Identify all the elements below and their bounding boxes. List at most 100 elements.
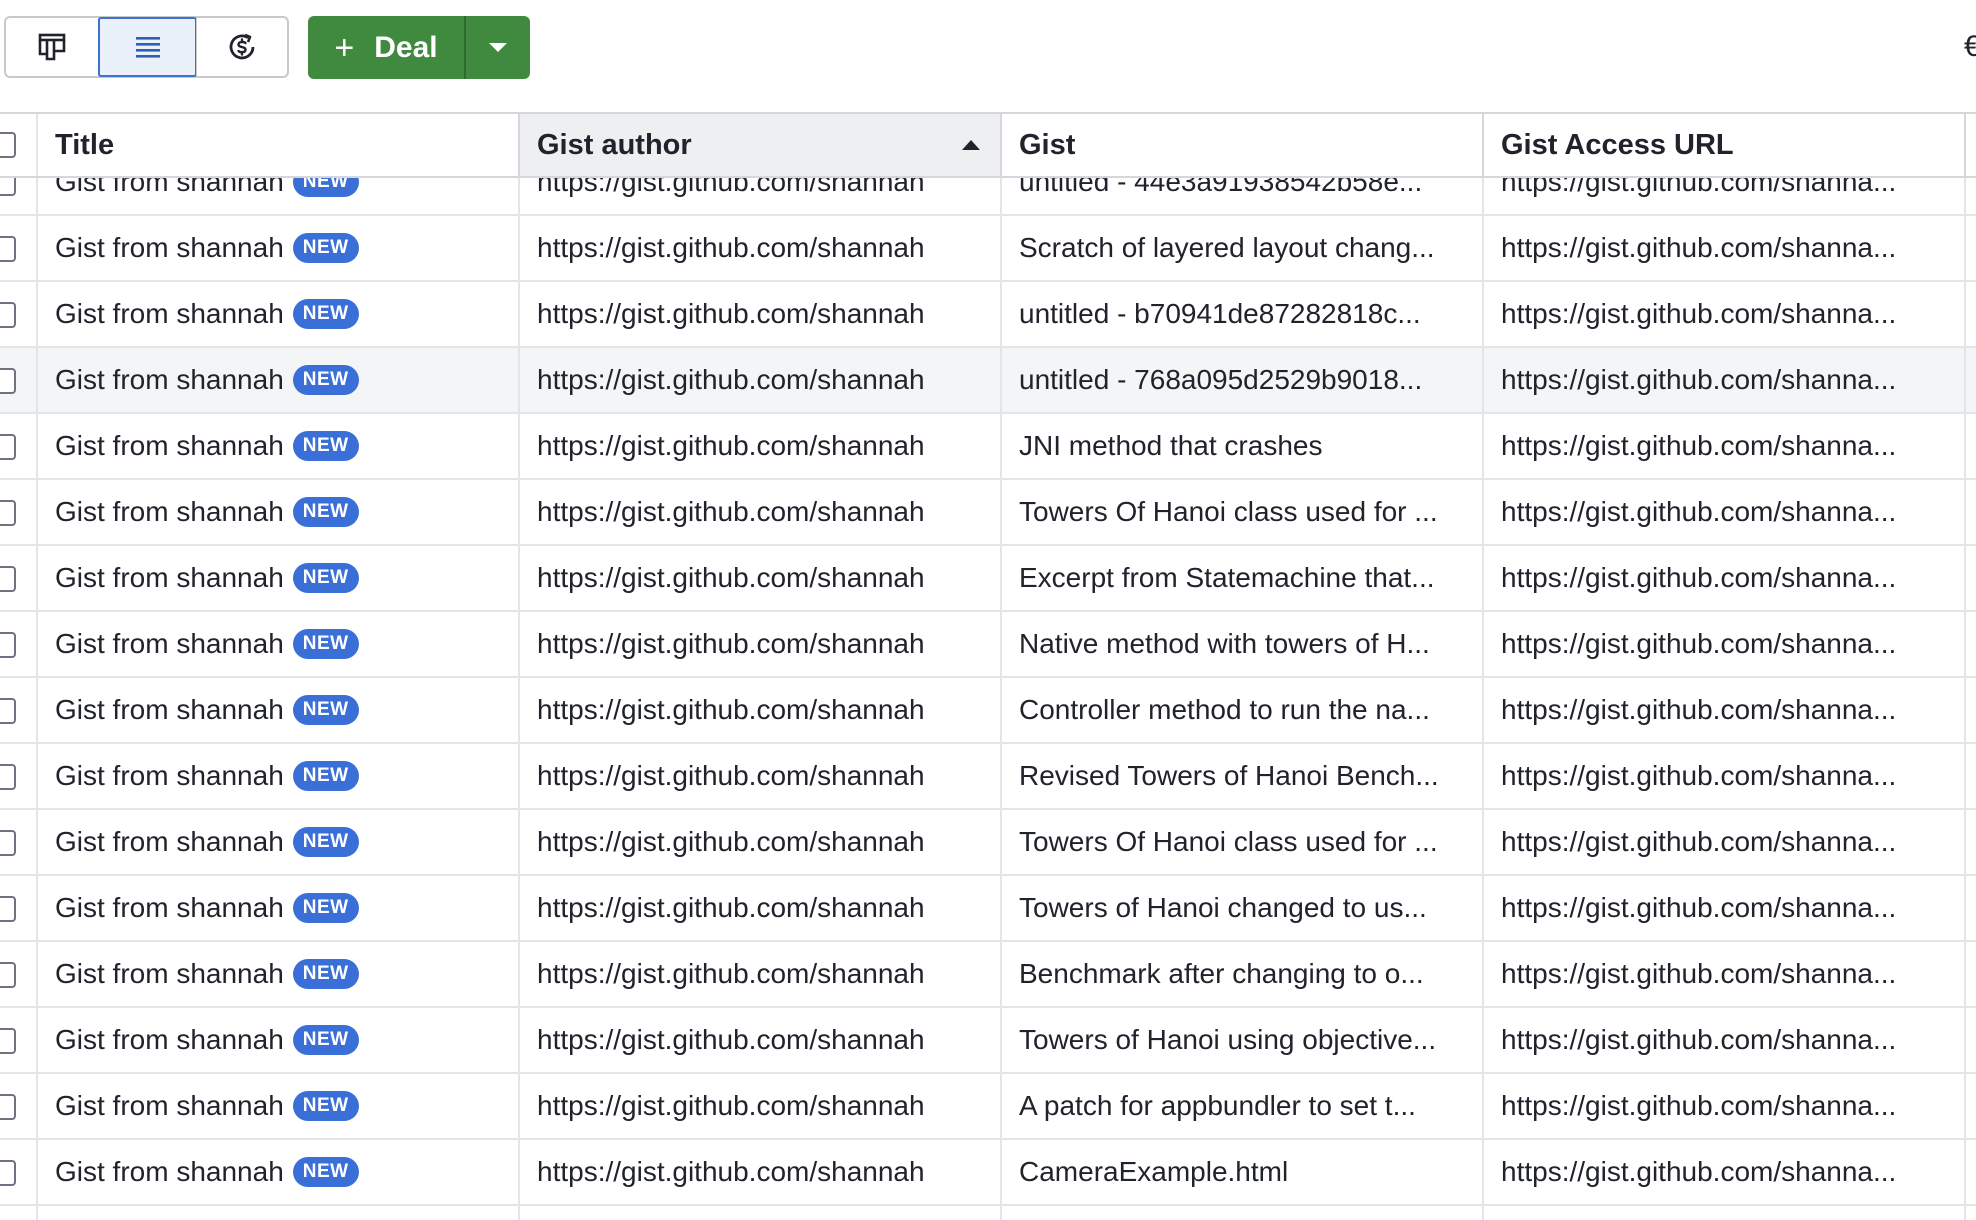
table-row[interactable] <box>0 1206 1976 1220</box>
title-cell[interactable]: Gist from shannah NEW <box>38 216 520 280</box>
deal-title-link[interactable]: Gist from shannah <box>55 496 284 528</box>
gist-url-cell[interactable]: https://gist.github.com/shanna... <box>1484 348 1966 412</box>
title-cell[interactable]: Gist from shannah NEW <box>38 744 520 808</box>
title-cell[interactable]: Gist from shannah NEW <box>38 942 520 1006</box>
gist-cell[interactable]: Native method with towers of H... <box>1002 612 1484 676</box>
gist-cell[interactable]: Towers Of Hanoi class used for ... <box>1002 480 1484 544</box>
gist-cell[interactable]: CameraExample.html <box>1002 1140 1484 1204</box>
title-cell[interactable]: Gist from shannah NEW <box>38 178 520 214</box>
gist-url-cell[interactable]: https://gist.github.com/shanna... <box>1484 282 1966 346</box>
deal-title-link[interactable]: Gist from shannah <box>55 1024 284 1056</box>
row-checkbox[interactable] <box>0 896 16 922</box>
title-cell[interactable]: Gist from shannah NEW <box>38 876 520 940</box>
title-cell[interactable]: Gist from shannah NEW <box>38 678 520 742</box>
deal-title-link[interactable]: Gist from shannah <box>55 430 284 462</box>
column-header-gist[interactable]: Gist <box>1002 114 1484 176</box>
gist-url-cell[interactable]: https://gist.github.com/shanna... <box>1484 216 1966 280</box>
gist-cell[interactable]: A patch for appbundler to set t... <box>1002 1074 1484 1138</box>
title-cell[interactable]: Gist from shannah NEW <box>38 546 520 610</box>
title-cell[interactable]: Gist from shannah NEW <box>38 612 520 676</box>
gist-author-cell[interactable]: https://gist.github.com/shannah <box>520 678 1002 742</box>
deal-title-link[interactable]: Gist from shannah <box>55 562 284 594</box>
table-row[interactable]: Gist from shannah NEW https://gist.github.… <box>0 810 1976 876</box>
table-row[interactable]: Gist from shannah NEW https://gist.github.… <box>0 480 1976 546</box>
gist-cell[interactable]: Excerpt from Statemachine that... <box>1002 546 1484 610</box>
deal-title-link[interactable]: Gist from shannah <box>55 364 284 396</box>
row-checkbox[interactable] <box>0 698 16 724</box>
select-all-checkbox[interactable] <box>0 132 16 158</box>
gist-cell[interactable] <box>1002 1206 1484 1220</box>
gist-url-cell[interactable]: https://gist.github.com/shanna... <box>1484 612 1966 676</box>
gist-url-cell[interactable] <box>1484 1206 1966 1220</box>
gist-url-cell[interactable]: https://gist.github.com/shanna... <box>1484 810 1966 874</box>
gist-url-cell[interactable]: https://gist.github.com/shanna... <box>1484 1074 1966 1138</box>
table-row[interactable]: Gist from shannah NEW https://gist.github.… <box>0 216 1976 282</box>
title-cell[interactable]: Gist from shannah NEW <box>38 480 520 544</box>
title-cell[interactable]: Gist from shannah NEW <box>38 810 520 874</box>
deal-title-link[interactable]: Gist from shannah <box>55 1090 284 1122</box>
gist-author-cell[interactable]: https://gist.github.com/shannah <box>520 1008 1002 1072</box>
gist-url-cell[interactable]: https://gist.github.com/shanna... <box>1484 942 1966 1006</box>
table-row[interactable]: Gist from shannah NEW https://gist.github.… <box>0 1074 1976 1140</box>
gist-url-cell[interactable]: https://gist.github.com/shanna... <box>1484 678 1966 742</box>
gist-cell[interactable]: Towers Of Hanoi class used for ... <box>1002 810 1484 874</box>
table-row[interactable]: Gist from shannah NEW https://gist.github.… <box>0 744 1976 810</box>
sort-ascending-icon[interactable] <box>962 140 980 150</box>
title-cell[interactable]: Gist from shannah NEW <box>38 1140 520 1204</box>
row-checkbox[interactable] <box>0 236 16 262</box>
gist-cell[interactable]: untitled - 768a095d2529b9018... <box>1002 348 1484 412</box>
currency-selector[interactable]: € <box>1964 30 1976 64</box>
gist-url-cell[interactable]: https://gist.github.com/shanna... <box>1484 480 1966 544</box>
add-deal-button[interactable]: + Deal <box>308 16 464 79</box>
gist-author-cell[interactable]: https://gist.github.com/shannah <box>520 1140 1002 1204</box>
deal-title-link[interactable]: Gist from shannah <box>55 892 284 924</box>
gist-author-cell[interactable]: https://gist.github.com/shannah <box>520 1074 1002 1138</box>
row-checkbox[interactable] <box>0 178 16 196</box>
gist-cell[interactable]: Benchmark after changing to o... <box>1002 942 1484 1006</box>
table-row[interactable]: Gist from shannah NEW https://gist.github.… <box>0 414 1976 480</box>
gist-author-cell[interactable]: https://gist.github.com/shannah <box>520 546 1002 610</box>
gist-cell[interactable]: Revised Towers of Hanoi Bench... <box>1002 744 1484 808</box>
gist-author-cell[interactable]: https://gist.github.com/shannah <box>520 810 1002 874</box>
deal-title-link[interactable]: Gist from shannah <box>55 826 284 858</box>
deal-title-link[interactable]: Gist from shannah <box>55 1156 284 1188</box>
row-checkbox[interactable] <box>0 632 16 658</box>
gist-author-cell[interactable]: https://gist.github.com/shannah <box>520 942 1002 1006</box>
gist-cell[interactable]: untitled - 44e3a91938542b58e... <box>1002 178 1484 214</box>
list-view-button[interactable] <box>98 17 197 77</box>
row-checkbox[interactable] <box>0 1094 16 1120</box>
title-cell[interactable]: Gist from shannah NEW <box>38 1008 520 1072</box>
gist-author-cell[interactable]: https://gist.github.com/shannah <box>520 744 1002 808</box>
table-row[interactable]: Gist from shannah NEW https://gist.github.… <box>0 1008 1976 1074</box>
row-checkbox[interactable] <box>0 368 16 394</box>
gist-author-cell[interactable]: https://gist.github.com/shannah <box>520 178 1002 214</box>
gist-author-cell[interactable]: https://gist.github.com/shannah <box>520 216 1002 280</box>
gist-author-cell[interactable]: https://gist.github.com/shannah <box>520 480 1002 544</box>
gist-url-cell[interactable]: https://gist.github.com/shanna... <box>1484 414 1966 478</box>
gist-url-cell[interactable]: https://gist.github.com/shanna... <box>1484 744 1966 808</box>
gist-cell[interactable]: Controller method to run the na... <box>1002 678 1484 742</box>
gist-cell[interactable]: Towers of Hanoi changed to us... <box>1002 876 1484 940</box>
table-row[interactable]: Gist from shannah NEW https://gist.github.… <box>0 678 1976 744</box>
gist-author-cell[interactable] <box>520 1206 1002 1220</box>
deal-title-link[interactable]: Gist from shannah <box>55 760 284 792</box>
deal-title-link[interactable]: Gist from shannah <box>55 958 284 990</box>
row-checkbox[interactable] <box>0 962 16 988</box>
gist-cell[interactable]: untitled - b70941de87282818c... <box>1002 282 1484 346</box>
deal-title-link[interactable]: Gist from shannah <box>55 178 284 198</box>
column-header-gist-access-url[interactable]: Gist Access URL <box>1484 114 1966 176</box>
title-cell[interactable]: Gist from shannah NEW <box>38 282 520 346</box>
gist-author-cell[interactable]: https://gist.github.com/shannah <box>520 612 1002 676</box>
gist-url-cell[interactable]: https://gist.github.com/shanna... <box>1484 1008 1966 1072</box>
column-header-gist-author[interactable]: Gist author <box>520 114 1002 176</box>
row-checkbox[interactable] <box>0 566 16 592</box>
title-cell[interactable] <box>38 1206 520 1220</box>
gist-cell[interactable]: Towers of Hanoi using objective... <box>1002 1008 1484 1072</box>
table-row[interactable]: Gist from shannah NEW https://gist.github.… <box>0 1140 1976 1206</box>
gist-author-cell[interactable]: https://gist.github.com/shannah <box>520 876 1002 940</box>
table-row[interactable]: Gist from shannah NEW https://gist.github.… <box>0 282 1976 348</box>
deal-title-link[interactable]: Gist from shannah <box>55 232 284 264</box>
gist-author-cell[interactable]: https://gist.github.com/shannah <box>520 414 1002 478</box>
gist-url-cell[interactable]: https://gist.github.com/shanna... <box>1484 546 1966 610</box>
row-checkbox[interactable] <box>0 1160 16 1186</box>
